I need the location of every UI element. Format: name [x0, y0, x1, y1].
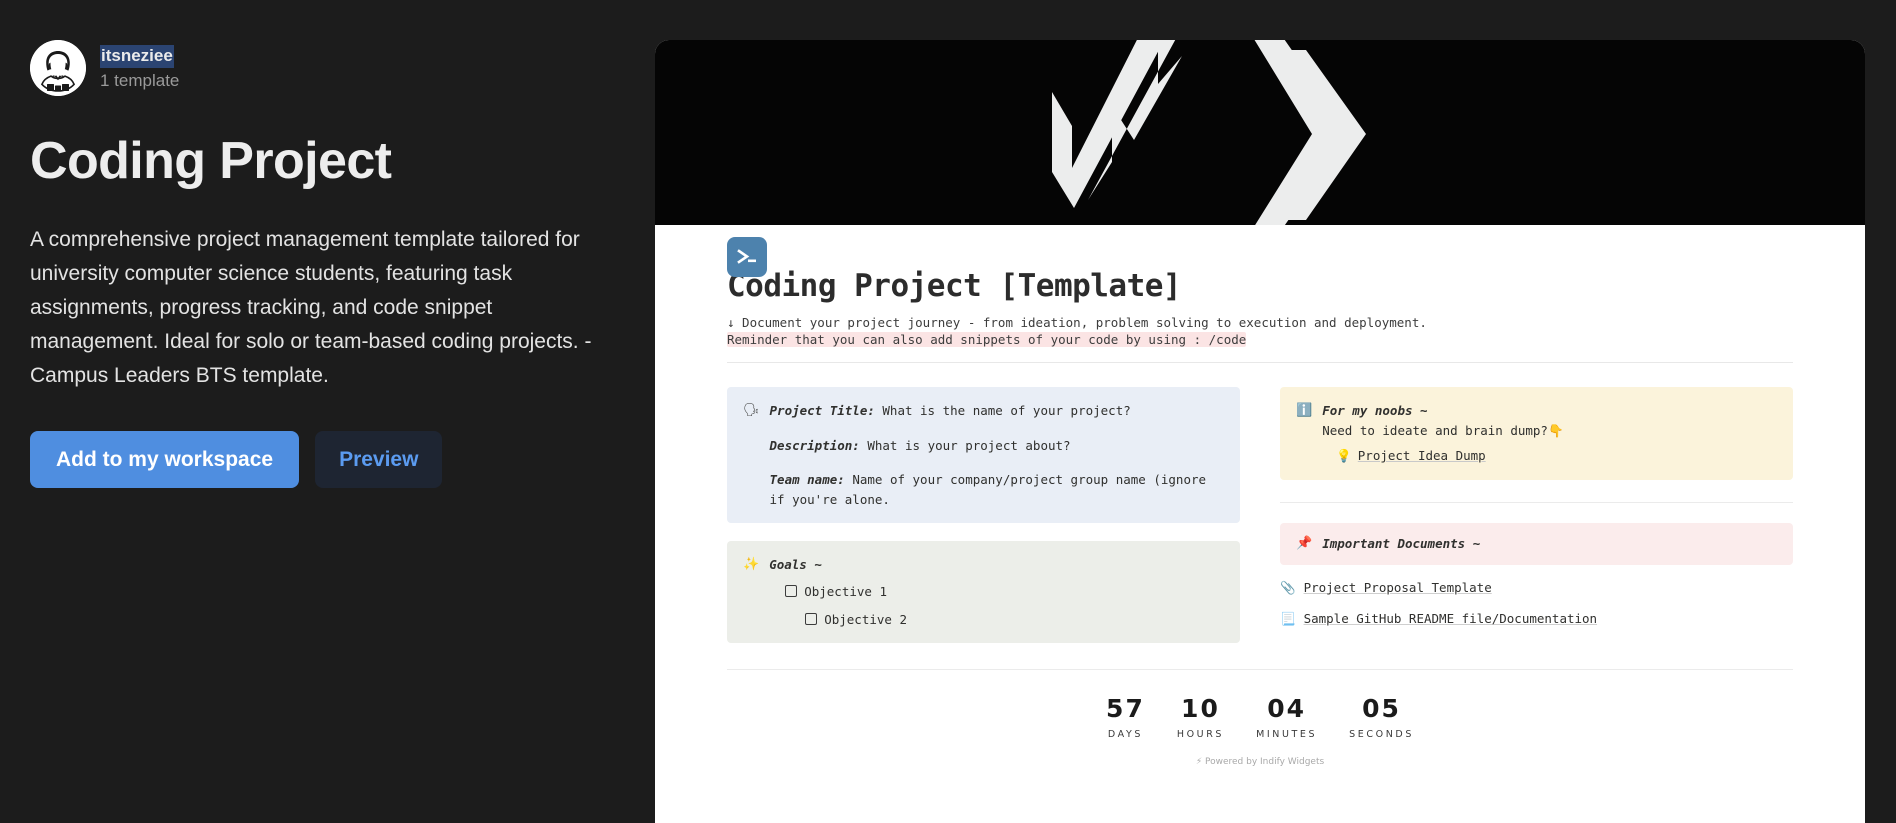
project-title-text: What is the name of your project? [882, 403, 1131, 419]
description-label: Description: [769, 437, 860, 453]
two-column-layout: 🗣 Project Title: What is the name of you… [727, 387, 1793, 644]
author-row[interactable]: itsneziee 1 template [30, 40, 625, 96]
left-column: 🗣 Project Title: What is the name of you… [727, 387, 1240, 644]
countdown-value: 10 [1181, 694, 1220, 724]
bottom-divider [727, 669, 1793, 671]
subtitle-line-2: Reminder that you can also add snippets … [727, 331, 1247, 347]
user-avatar-illustration-icon [30, 40, 86, 96]
right-column-divider [1280, 501, 1793, 503]
author-template-count: 1 template [100, 70, 180, 90]
template-gallery-page: itsneziee 1 template Coding Project A co… [0, 0, 1896, 823]
lightbulb-icon: 💡 [1336, 448, 1352, 464]
callout-row: Project Title: What is the name of your … [770, 401, 1224, 420]
sparkles-icon: ✨ [743, 556, 760, 572]
documents-heading-text: Important Documents ~ [1322, 534, 1777, 554]
terminal-glyph-icon [737, 249, 756, 264]
page-title: Coding Project [30, 132, 392, 190]
subtitle-line-1: ↓ Document your project journey - from i… [727, 314, 1427, 330]
callout-row: Description: What is your project about? [770, 436, 1224, 455]
header-divider [727, 362, 1793, 364]
avatar [30, 40, 86, 96]
document-body: Coding Project [Template] ↓ Document you… [655, 237, 1865, 767]
right-column: ℹ️ For my noobs ~ Need to ideate and bra… [1280, 387, 1793, 643]
pushpin-icon: 📌 [1296, 535, 1313, 551]
countdown-label: MINUTES [1256, 729, 1318, 741]
preview-button[interactable]: Preview [315, 430, 443, 488]
terminal-prompt-icon [727, 237, 767, 277]
todo-item[interactable]: Objective 1 [785, 582, 1224, 601]
document-link[interactable]: Project Proposal Template [1304, 580, 1492, 595]
countdown-label: HOURS [1176, 729, 1225, 741]
idea-dump-link[interactable]: Project Idea Dump [1358, 446, 1486, 465]
paperclip-icon: 📎 [1280, 579, 1296, 595]
page-icon: 📃 [1280, 610, 1296, 626]
add-to-workspace-button[interactable]: Add to my workspace [30, 430, 300, 488]
author-meta: itsneziee 1 template [100, 45, 179, 91]
project-details-callout[interactable]: 🗣 Project Title: What is the name of you… [727, 387, 1240, 523]
noobs-text: For my noobs ~ Need to ideate and brain … [1322, 401, 1777, 465]
noobs-heading: For my noobs ~ [1322, 403, 1428, 419]
countdown-unit-seconds: 05 SECONDS [1349, 696, 1414, 740]
countdown-value: 05 [1362, 694, 1401, 724]
goals-heading: Goals ~ [769, 556, 822, 572]
noobs-line: Need to ideate and brain dump?👇 [1322, 422, 1564, 438]
countdown-value: 04 [1267, 694, 1306, 724]
speaking-head-icon: 🗣 [743, 403, 760, 419]
important-documents-callout[interactable]: 📌 Important Documents ~ [1280, 522, 1793, 565]
document-link-row[interactable]: 📎 Project Proposal Template [1280, 580, 1793, 596]
action-button-row: Add to my workspace Preview [30, 430, 625, 488]
countdown-unit-minutes: 04 MINUTES [1256, 696, 1317, 740]
checkbox-icon[interactable] [785, 585, 798, 598]
todo-item[interactable]: Objective 2 [805, 610, 1224, 629]
document-link[interactable]: Sample GitHub README file/Documentation [1304, 611, 1598, 626]
todo-label: Objective 1 [804, 584, 887, 600]
countdown-unit-days: 57 DAYS [1106, 696, 1145, 740]
documents-heading: Important Documents ~ [1322, 535, 1481, 551]
code-brackets-graphic-icon [1052, 40, 1366, 225]
cover-image [655, 40, 1865, 225]
document-link-row[interactable]: 📃 Sample GitHub README file/Documentatio… [1280, 611, 1793, 627]
team-name-label: Team name: [769, 472, 845, 488]
document-title: Coding Project [Template] [727, 268, 1182, 304]
countdown-timer: 57 DAYS 10 HOURS 04 MINUTES 05 SECONDS [727, 696, 1793, 740]
noobs-callout[interactable]: ℹ️ For my noobs ~ Need to ideate and bra… [1280, 387, 1793, 480]
countdown-label: DAYS [1107, 729, 1144, 741]
information-icon: ℹ️ [1296, 403, 1313, 419]
callout-row: Team name: Name of your company/project … [770, 470, 1224, 509]
template-preview-card[interactable]: Coding Project [Template] ↓ Document you… [655, 40, 1865, 823]
project-title-label: Project Title: [769, 403, 875, 419]
description-text: What is your project about? [867, 437, 1071, 453]
countdown-label: SECONDS [1349, 729, 1414, 741]
powered-by-label: ⚡ Powered by Indify Widgets [1195, 756, 1325, 767]
checkbox-icon[interactable] [805, 612, 818, 625]
countdown-value: 57 [1106, 694, 1145, 724]
document-subtitle: ↓ Document your project journey - from i… [727, 315, 1793, 349]
countdown-unit-hours: 10 HOURS [1177, 696, 1224, 740]
todo-label: Objective 2 [824, 611, 907, 627]
author-name[interactable]: itsneziee [100, 45, 174, 68]
template-info-panel: itsneziee 1 template Coding Project A co… [0, 0, 655, 823]
goals-text: Goals ~ Objective 1 Objective 2 [769, 555, 1224, 629]
idea-dump-link-row[interactable]: 💡 Project Idea Dump [1336, 446, 1777, 465]
goals-callout[interactable]: ✨ Goals ~ Objective 1 Objective 2 [727, 540, 1240, 644]
page-description: A comprehensive project management templ… [30, 227, 592, 387]
project-details-text: Project Title: What is the name of your … [770, 401, 1224, 509]
